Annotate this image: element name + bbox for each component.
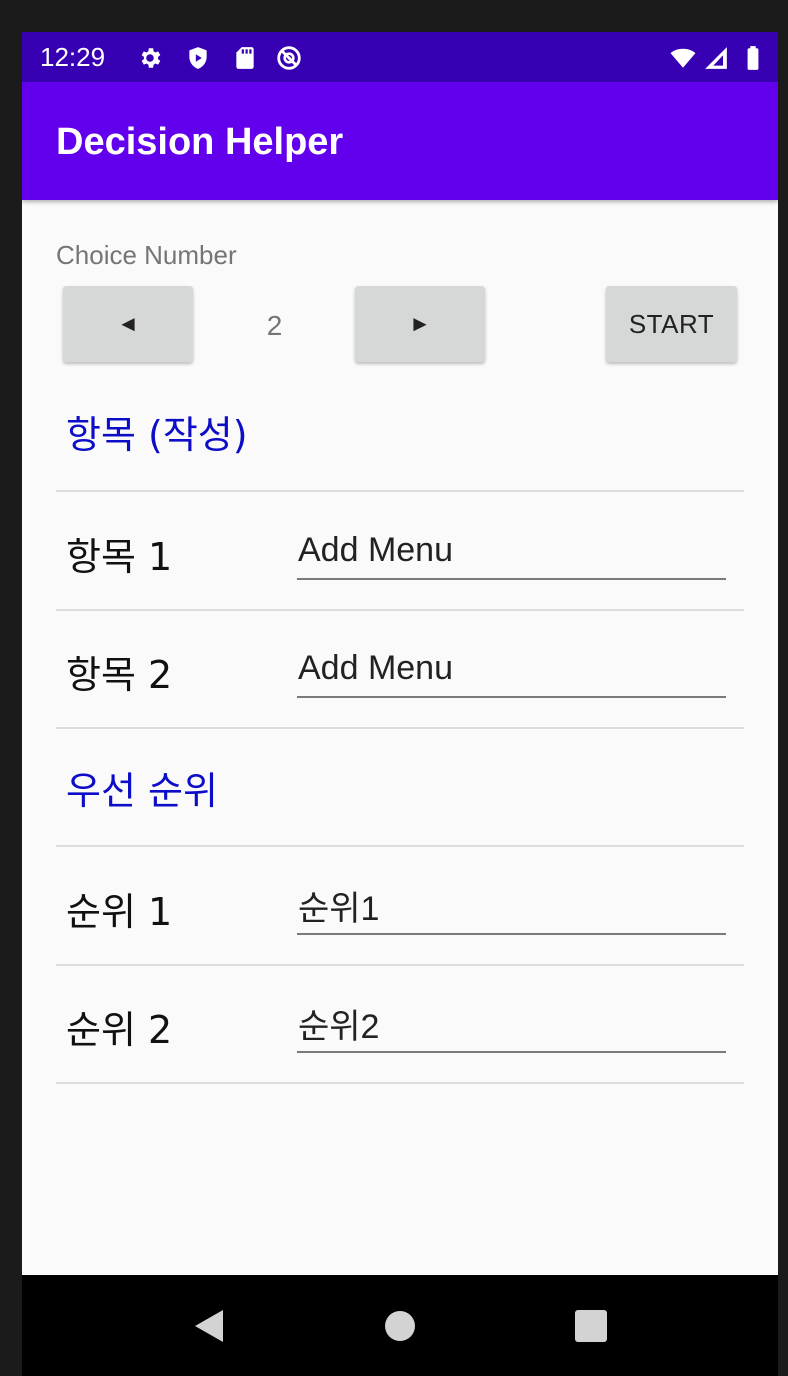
settings-icon [141,48,161,68]
decrement-choice-button[interactable]: ◄ [63,286,193,362]
priority-2-label: 순위 2 [66,1008,173,1052]
back-icon[interactable] [189,1306,229,1346]
sd-card-icon [236,47,254,69]
signal-icon [705,47,727,69]
navigation-bar [22,1275,778,1376]
item-1-input[interactable] [297,526,726,580]
choice-number-label: Choice Number [56,240,237,270]
wifi-icon [670,48,696,68]
priority-2-input[interactable] [297,999,726,1053]
battery-icon [747,46,759,70]
divider [56,1082,744,1084]
divider [56,490,744,492]
divider [56,964,744,966]
status-time: 12:29 [40,42,106,72]
divider [56,609,744,611]
items-section-title: 항목 (작성) [66,413,248,457]
device-screen: 12:29 Decision Helper Choice Number ◄ 2 … [22,32,778,1376]
item-1-label: 항목 1 [66,535,173,579]
increment-choice-button[interactable]: ► [355,286,485,362]
home-icon[interactable] [380,1306,420,1346]
priority-1-input[interactable] [297,881,726,935]
app-bar: Decision Helper [22,82,778,200]
divider [56,727,744,729]
priority-1-label: 순위 1 [66,890,173,934]
item-2-input[interactable] [297,644,726,698]
shield-icon [189,47,207,69]
do-not-disturb-icon [277,46,301,70]
status-bar: 12:29 [22,32,778,82]
app-title: Decision Helper [56,121,344,163]
main-content: Choice Number ◄ 2 ► START 항목 (작성) 항목 1 항… [22,200,778,1275]
priority-section-title: 우선 순위 [66,769,218,813]
choice-number-value: 2 [266,310,283,341]
divider [56,845,744,847]
item-2-label: 항목 2 [66,653,173,697]
start-button[interactable]: START [606,286,737,362]
recents-icon[interactable] [571,1306,611,1346]
